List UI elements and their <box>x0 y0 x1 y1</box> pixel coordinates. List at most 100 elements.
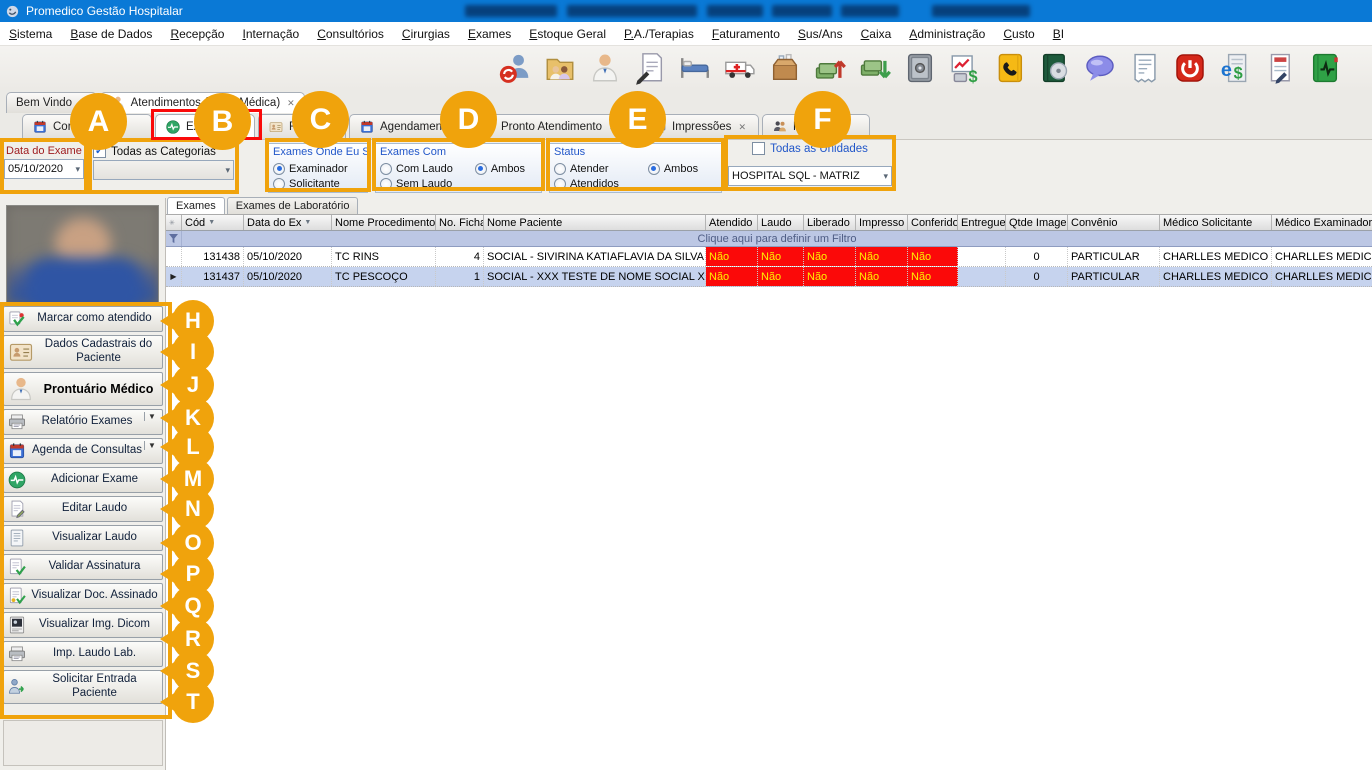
column-header-qtde-imagens[interactable]: Qtde Imagens <box>1006 215 1068 230</box>
radio-com-laudo[interactable]: Com Laudo <box>380 161 465 176</box>
column-header-nome-paciente[interactable]: Nome Paciente <box>484 215 706 230</box>
menu-custo[interactable]: Custo <box>994 24 1043 44</box>
menu-exames[interactable]: Exames <box>459 24 520 44</box>
table-row[interactable]: 13143805/10/2020TC RINS4SOCIAL - SIVIRIN… <box>166 247 1372 267</box>
sync-users-icon[interactable] <box>497 50 533 86</box>
column-header-impresso[interactable]: Impresso <box>856 215 908 230</box>
document-sign-icon[interactable] <box>632 50 668 86</box>
window-title: Promedico Gestão Hospitalar <box>26 4 183 18</box>
power-icon[interactable] <box>1172 50 1208 86</box>
chat-icon[interactable] <box>1082 50 1118 86</box>
book-cd-icon[interactable] <box>1037 50 1073 86</box>
sidebar-button-adicionar-exame[interactable]: Adicionar Exame <box>3 467 163 493</box>
sidebar-button-editar-laudo[interactable]: Editar Laudo <box>3 496 163 522</box>
close-icon[interactable]: ✕ <box>235 122 243 133</box>
tab-bem-vindo[interactable]: Bem Vindo✕ <box>6 92 97 113</box>
menu-p-a-terapias[interactable]: P.A./Terapias <box>615 24 703 44</box>
menu-sistema[interactable]: Sistema <box>0 24 61 44</box>
invoice-icon[interactable] <box>1127 50 1163 86</box>
menu-base-de-dados[interactable]: Base de Dados <box>61 24 161 44</box>
menu-sus-ans[interactable]: Sus/Ans <box>789 24 852 44</box>
sidebar-button-marcar-como-atendido[interactable]: Marcar como atendido <box>3 306 163 332</box>
column-header-laudo[interactable]: Laudo <box>758 215 804 230</box>
radio-atender[interactable]: Atender <box>554 161 638 176</box>
tab-plantoes[interactable]: Plantões <box>762 114 870 139</box>
column-header-atendido[interactable]: Atendido <box>706 215 758 230</box>
tab-impressoes[interactable]: Impressões✕ <box>641 114 759 139</box>
tab-consultas[interactable]: Consultas <box>22 114 152 139</box>
phone-book-icon[interactable] <box>992 50 1028 86</box>
sidebar-button-dados-cadastrais-do-paciente[interactable]: Dados Cadastrais do Paciente <box>3 335 163 369</box>
menu-consultorios[interactable]: Consultórios <box>308 24 393 44</box>
menu-faturamento[interactable]: Faturamento <box>703 24 789 44</box>
sidebar-button-visualizar-doc-assinado[interactable]: Visualizar Doc. Assinado <box>3 583 163 609</box>
menu-administracao[interactable]: Administração <box>900 24 994 44</box>
categories-combo[interactable]: ▾ <box>93 160 234 180</box>
stock-box-icon[interactable] <box>767 50 803 86</box>
doctor-icon[interactable] <box>587 50 623 86</box>
column-header-no-ficha[interactable]: No. Ficha <box>436 215 484 230</box>
units-checkbox[interactable]: Todas as Unidades <box>728 140 892 157</box>
tab-atendimentos-ficha-medica[interactable]: Atendimentos (Ficha Médica)✕ <box>100 92 305 113</box>
radio-ambos[interactable]: Ambos <box>475 161 537 176</box>
close-icon[interactable]: ✕ <box>609 122 617 133</box>
grid-tab-exames[interactable]: Exames <box>167 197 225 214</box>
exam-date-combo[interactable]: 05/10/2020 ▾ <box>4 159 84 179</box>
money-up-icon[interactable] <box>812 50 848 86</box>
tab-pronto-atendimento[interactable]: Pronto Atendimento✕ <box>470 114 638 139</box>
column-header-conferido[interactable]: Conferido <box>908 215 958 230</box>
health-log-icon[interactable] <box>1307 50 1343 86</box>
tab-fichario[interactable]: Fichário <box>258 114 346 139</box>
sidebar-button-imp-laudo-lab[interactable]: Imp. Laudo Lab. <box>3 641 163 667</box>
column-header-medico-examinador[interactable]: Médico Examinador <box>1272 215 1372 230</box>
radio-sem-laudo[interactable]: Sem Laudo <box>380 176 465 191</box>
menu-estoque-geral[interactable]: Estoque Geral <box>520 24 615 44</box>
radio-examinador[interactable]: Examinador <box>273 161 363 176</box>
patients-folder-icon[interactable] <box>542 50 578 86</box>
dropdown-arrow-icon[interactable]: ▼ <box>144 441 159 450</box>
column-header-data-do-ex[interactable]: Data do Ex▼ <box>244 215 332 230</box>
close-icon[interactable]: ✕ <box>459 122 467 133</box>
grid-tab-exames-de-laboratorio[interactable]: Exames de Laboratório <box>227 197 359 214</box>
ambulance-icon[interactable] <box>722 50 758 86</box>
column-header-cod[interactable]: Cód▼ <box>182 215 244 230</box>
menu-internacao[interactable]: Internação <box>233 24 308 44</box>
units-combo[interactable]: HOSPITAL SQL - MATRIZ ▾ <box>728 166 892 186</box>
safe-icon[interactable] <box>902 50 938 86</box>
sidebar-button-solicitar-entrada-paciente[interactable]: Solicitar Entrada Paciente <box>3 670 163 704</box>
invoice-e-icon[interactable]: e$ <box>1217 50 1253 86</box>
sidebar-button-relatorio-exames[interactable]: Relatório Exames▼ <box>3 409 163 435</box>
menu-bi[interactable]: BI <box>1044 24 1073 44</box>
column-header-indicator[interactable]: ✳ <box>166 215 182 230</box>
column-header-medico-solicitante[interactable]: Médico Solicitante <box>1160 215 1272 230</box>
radio-solicitante[interactable]: Solicitante <box>273 176 363 191</box>
tab-agendamento[interactable]: Agendamento✕ <box>349 114 467 139</box>
tab-exames[interactable]: Exames✕ <box>155 114 255 139</box>
table-row[interactable]: ▶13143705/10/2020TC PESCOÇO1SOCIAL - XXX… <box>166 267 1372 287</box>
column-header-entregue[interactable]: Entregue <box>958 215 1006 230</box>
menu-cirurgias[interactable]: Cirurgias <box>393 24 459 44</box>
close-icon[interactable]: ✕ <box>79 98 87 109</box>
hospital-bed-icon[interactable] <box>677 50 713 86</box>
grid-filter-row[interactable]: Clique aqui para definir um Filtro <box>166 231 1372 247</box>
dropdown-arrow-icon[interactable]: ▼ <box>144 412 159 421</box>
sidebar-button-visualizar-img-dicom[interactable]: Visualizar Img. Dicom <box>3 612 163 638</box>
sidebar-button-validar-assinatura[interactable]: Validar Assinatura <box>3 554 163 580</box>
column-header-nome-procedimento[interactable]: Nome Procedimento <box>332 215 436 230</box>
pulse-icon <box>7 470 27 490</box>
column-header-liberado[interactable]: Liberado <box>804 215 856 230</box>
close-icon[interactable]: ✕ <box>738 122 746 133</box>
money-down-icon[interactable] <box>857 50 893 86</box>
categories-checkbox[interactable]: ✓ Todas as Categorias <box>93 143 234 160</box>
sidebar-button-visualizar-laudo[interactable]: Visualizar Laudo <box>3 525 163 551</box>
radio-ambos[interactable]: Ambos <box>648 161 717 176</box>
menu-caixa[interactable]: Caixa <box>852 24 901 44</box>
contract-icon[interactable] <box>1262 50 1298 86</box>
sidebar-button-prontuario-medico[interactable]: Prontuário Médico <box>3 372 163 406</box>
close-icon[interactable]: ✕ <box>287 98 295 109</box>
column-header-convenio[interactable]: Convênio <box>1068 215 1160 230</box>
radio-atendidos[interactable]: Atendidos <box>554 176 638 191</box>
sidebar-button-agenda-de-consultas[interactable]: Agenda de Consultas▼ <box>3 438 163 464</box>
finance-chart-icon[interactable]: $ <box>947 50 983 86</box>
menu-recepcao[interactable]: Recepção <box>161 24 233 44</box>
